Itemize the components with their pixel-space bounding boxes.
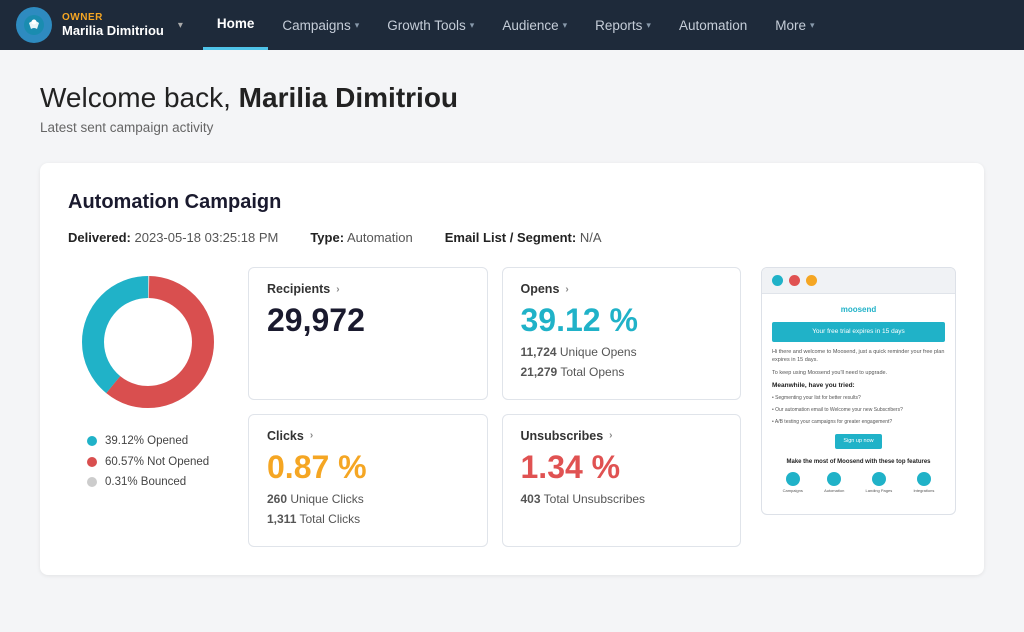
owner-label: Owner (62, 12, 164, 23)
nav-item-audience[interactable]: Audience ▾ (488, 0, 581, 50)
main-nav: Home Campaigns ▾ Growth Tools ▾ Audience… (203, 0, 1008, 50)
donut-chart (73, 267, 223, 417)
opens-header[interactable]: Opens › (521, 282, 723, 296)
reports-dropdown-icon: ▾ (646, 20, 651, 31)
welcome-title: Welcome back, Marilia Dimitriou (40, 82, 984, 114)
email-preview-body: moosend Your free trial expires in 15 da… (762, 294, 955, 514)
nav-item-more[interactable]: More ▾ (761, 0, 828, 50)
email-preview-bar (762, 268, 955, 294)
ep-list3: • A/B testing your campaigns for greater… (772, 418, 945, 426)
clicks-box: Clicks › 0.87 % 260 Unique Clicks 1,311 … (248, 414, 488, 547)
app-logo (16, 7, 52, 43)
ep-text1: Hi there and welcome to Moosend, just a … (772, 348, 945, 365)
clicks-arrow-icon: › (310, 430, 313, 441)
donut-chart-container: 39.12% Opened 60.57% Not Opened 0.31% Bo… (68, 267, 228, 493)
campaign-card: Automation Campaign Delivered: 2023-05-1… (40, 163, 984, 575)
email-list-info: Email List / Segment: N/A (445, 230, 602, 245)
ep-list2: • Our automation email to Welcome your n… (772, 406, 945, 414)
owner-info: Owner Marilia Dimitriou (62, 12, 164, 38)
opens-box: Opens › 39.12 % 11,724 Unique Opens 21,2… (502, 267, 742, 400)
ep-logo: moosend (772, 304, 945, 317)
clicks-label: Clicks (267, 429, 304, 443)
unsubscribes-header[interactable]: Unsubscribes › (521, 429, 723, 443)
recipients-arrow-icon: › (336, 284, 339, 295)
welcome-subtitle: Latest sent campaign activity (40, 120, 984, 135)
unsubscribes-percent: 1.34 % (521, 451, 723, 483)
opens-percent: 39.12 % (521, 304, 723, 336)
delivered-value: 2023-05-18 03:25:18 PM (135, 230, 279, 245)
donut-legend: 39.12% Opened 60.57% Not Opened 0.31% Bo… (87, 431, 209, 493)
clicks-details: 260 Unique Clicks 1,311 Total Clicks (267, 489, 469, 530)
navbar: Owner Marilia Dimitriou ▾ Home Campaigns… (0, 0, 1024, 50)
ep-feature-icon-2 (827, 472, 841, 486)
ep-feature-4: Integrations (913, 472, 934, 494)
legend-opened: 39.12% Opened (87, 431, 209, 452)
preview-dot-3 (806, 275, 817, 286)
ep-cta-button[interactable]: Sign up now (835, 434, 881, 449)
owner-dropdown-icon[interactable]: ▾ (178, 20, 183, 31)
unsubscribes-box: Unsubscribes › 1.34 % 403 Total Unsubscr… (502, 414, 742, 547)
recipients-number: 29,972 (267, 304, 469, 336)
preview-dot-1 (772, 275, 783, 286)
ep-section-title: Make the most of Moosend with these top … (772, 458, 945, 468)
stats-grid: Recipients › 29,972 Opens › 39.12 % 11,7… (248, 267, 741, 547)
legend-not-opened: 60.57% Not Opened (87, 452, 209, 473)
opens-label: Opens (521, 282, 560, 296)
delivered-info: Delivered: 2023-05-18 03:25:18 PM (68, 230, 278, 245)
ep-feature-1: Campaigns (783, 472, 803, 494)
stats-area: 39.12% Opened 60.57% Not Opened 0.31% Bo… (68, 267, 956, 547)
nav-item-growth-tools[interactable]: Growth Tools ▾ (373, 0, 488, 50)
email-preview: moosend Your free trial expires in 15 da… (761, 267, 956, 515)
not-opened-dot (87, 457, 97, 467)
ep-banner: Your free trial expires in 15 days (772, 322, 945, 342)
ep-feature-icon-4 (917, 472, 931, 486)
nav-item-automation[interactable]: Automation (665, 0, 761, 50)
ep-text2: To keep using Moosend you'll need to upg… (772, 369, 945, 377)
unsubscribes-label: Unsubscribes (521, 429, 604, 443)
opens-arrow-icon: › (565, 284, 568, 295)
campaign-title: Automation Campaign (68, 191, 956, 214)
type-label: Type: (310, 230, 344, 245)
ep-feature-2: Automation (824, 472, 844, 494)
nav-item-reports[interactable]: Reports ▾ (581, 0, 665, 50)
ep-feature-3: Landing Pages (866, 472, 893, 494)
preview-dot-2 (789, 275, 800, 286)
campaign-meta: Delivered: 2023-05-18 03:25:18 PM Type: … (68, 230, 956, 245)
campaigns-dropdown-icon: ▾ (355, 20, 360, 31)
page-content: Welcome back, Marilia Dimitriou Latest s… (0, 50, 1024, 607)
unsubscribes-details: 403 Total Unsubscribes (521, 489, 723, 509)
ep-list1: • Segmenting your list for better result… (772, 394, 945, 402)
type-value: Automation (347, 230, 413, 245)
recipients-box: Recipients › 29,972 (248, 267, 488, 400)
opened-dot (87, 436, 97, 446)
nav-item-campaigns[interactable]: Campaigns ▾ (268, 0, 373, 50)
legend-bounced: 0.31% Bounced (87, 472, 209, 493)
clicks-percent: 0.87 % (267, 451, 469, 483)
owner-name: Marilia Dimitriou (62, 23, 164, 38)
nav-item-home[interactable]: Home (203, 0, 269, 50)
ep-feature-icon-3 (872, 472, 886, 486)
audience-dropdown-icon: ▾ (563, 20, 568, 31)
more-dropdown-icon: ▾ (810, 20, 815, 31)
email-list-value: N/A (580, 230, 602, 245)
welcome-name: Marilia Dimitriou (239, 82, 458, 113)
navbar-brand[interactable]: Owner Marilia Dimitriou ▾ (16, 7, 183, 43)
unsubscribes-arrow-icon: › (609, 430, 612, 441)
recipients-header[interactable]: Recipients › (267, 282, 469, 296)
opens-details: 11,724 Unique Opens 21,279 Total Opens (521, 342, 723, 383)
delivered-label: Delivered: (68, 230, 131, 245)
growth-tools-dropdown-icon: ▾ (470, 20, 475, 31)
clicks-header[interactable]: Clicks › (267, 429, 469, 443)
ep-feature-icon-1 (786, 472, 800, 486)
bounced-dot (87, 477, 97, 487)
email-list-label: Email List / Segment: (445, 230, 576, 245)
recipients-label: Recipients (267, 282, 330, 296)
ep-heading: Meanwhile, have you tried: (772, 381, 945, 391)
ep-icons-row: Campaigns Automation Landing Pages (772, 472, 945, 494)
type-info: Type: Automation (310, 230, 412, 245)
